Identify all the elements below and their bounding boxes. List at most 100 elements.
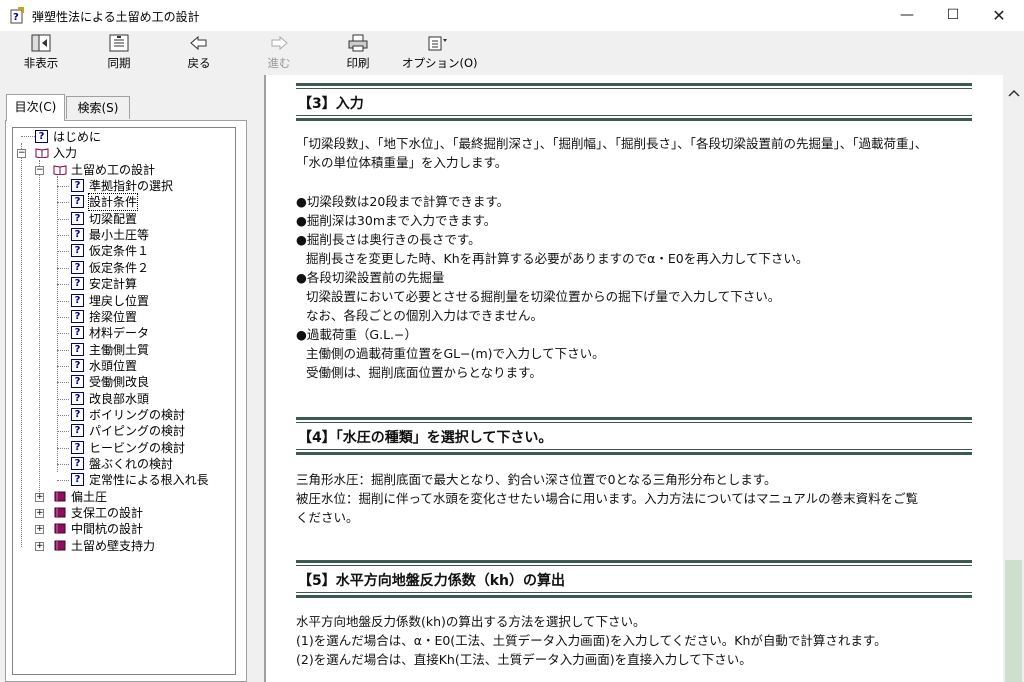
sync-label: 同期 <box>107 56 131 70</box>
expand-icon[interactable]: + <box>35 509 44 519</box>
sec3-bullet-1: ●切梁段数は20段まで計算できます。 <box>296 194 510 209</box>
back-arrow-icon <box>190 35 207 51</box>
tree-item-label: 設計条件 <box>87 193 139 212</box>
forward-button[interactable]: 進む <box>258 33 300 73</box>
sync-icon <box>109 34 129 52</box>
help-page-icon: ? <box>71 473 84 487</box>
options-label: オプション(O) <box>402 56 478 70</box>
contents-tree[interactable]: ? はじめに 入力 − 土留め工の設計 −? 準拠指針の選択? 設計条件? 切梁配置? 最小土圧等… <box>12 127 236 675</box>
help-page-icon: ? <box>71 260 84 274</box>
help-page-icon: ? <box>71 342 84 356</box>
help-page-icon: ? <box>71 228 84 242</box>
sec5-line3: (2)を選んだ場合は、直接Kh(工法、土質データ入力画面)を直接入力して下さい。 <box>296 652 752 667</box>
forward-label: 進む <box>267 56 291 70</box>
help-content: 【3】入力 「切梁段数」、「地下水位」、「最終掘削深さ」、「掘削幅」、「掘削長さ… <box>266 75 1003 682</box>
tree-item-label: 埋戻し位置 <box>89 293 150 308</box>
help-page-icon: ? <box>71 358 84 372</box>
expand-icon[interactable]: + <box>35 541 44 551</box>
tree-item-label: 仮定条件１ <box>89 244 150 259</box>
tree-item-label: 水頭位置 <box>89 358 138 373</box>
help-page-icon: ? <box>71 179 84 193</box>
hide-pane-icon <box>31 34 51 52</box>
sec3-bullet-3: ●掘削長さは奥行きの長さです。 <box>296 232 481 247</box>
printer-icon <box>348 34 368 52</box>
print-label: 印刷 <box>346 56 370 70</box>
help-page-icon: ? <box>71 326 84 340</box>
tree-item-label: 定常性による根入れ長 <box>89 473 209 488</box>
help-page-icon: ? <box>71 407 84 421</box>
tab-search[interactable]: 検索(S) <box>66 96 130 119</box>
tree-item-label: 受働側改良 <box>89 375 150 390</box>
tree-item-label: 安定計算 <box>89 277 138 292</box>
help-page-icon: ? <box>71 424 84 438</box>
back-button[interactable]: 戻る <box>178 33 220 73</box>
svg-text:?: ? <box>13 12 19 23</box>
help-page-icon: ? <box>71 277 84 291</box>
pane-splitter[interactable] <box>252 75 264 682</box>
tree-item-label: 準拠指針の選択 <box>89 179 174 194</box>
tree-item-label: パイピングの検討 <box>89 424 186 439</box>
expand-icon[interactable]: + <box>35 525 44 535</box>
section-4-header: 【4】「水圧の種類」を選択して下さい。 <box>296 417 972 455</box>
title-bar: ? 弾塑性法による土留め工の設計 — ☐ ✕ <box>0 0 1024 31</box>
help-page-icon: ? <box>71 375 84 389</box>
sec4-line3: ください。 <box>296 510 359 525</box>
help-page-icon: ? <box>71 293 84 307</box>
tree-item-label: 捨梁位置 <box>89 309 138 324</box>
options-button[interactable]: オプション(O) <box>402 33 478 73</box>
sec3-intro-line2: 「水の単位体積重量」を入力します。 <box>296 155 508 170</box>
tree-item-label: 改良部水頭 <box>89 391 150 406</box>
tree-item-label: 仮定条件２ <box>89 260 150 275</box>
tree-item-label: ボイリングの検討 <box>89 407 186 422</box>
vertical-scrollbar[interactable] <box>1003 75 1024 682</box>
help-page-icon: ? <box>71 440 84 454</box>
help-page-icon: ? <box>71 244 84 258</box>
tree-item-label: 材料データ <box>89 326 150 341</box>
sec3-bullet-2: ●掘削深は30mまで入力できます。 <box>296 213 497 228</box>
open-book-icon <box>53 165 67 175</box>
sec3-bullet-5-note1: 主働側の過載荷重位置をGL−(m)で入力して下さい。 <box>306 346 605 361</box>
sec3-intro-line1: 「切梁段数」、「地下水位」、「最終掘削深さ」、「掘削幅」、「掘削長さ」、「各段切… <box>296 136 928 151</box>
sec3-bullet-4-note1: 切梁設置において必要とさせる掘削量を切梁位置からの掘下げ量で入力して下さい。 <box>306 289 781 304</box>
tree-item-label: 最小土圧等 <box>89 228 150 243</box>
maximize-button[interactable]: ☐ <box>930 0 976 31</box>
sec3-bullet-4-note2: なお、各段ごとの個別入力はできません。 <box>306 308 544 323</box>
hide-button[interactable]: 非表示 <box>20 33 62 73</box>
sec3-bullet-4: ●各段切梁設置前の先掘量 <box>296 270 445 285</box>
section-3-title: 【3】入力 <box>298 96 364 112</box>
collapse-icon[interactable]: − <box>17 149 26 159</box>
closed-book-icon <box>54 523 66 534</box>
sec4-line2: 被圧水位：掘削に伴って水頭を変化させたい場合に用います。入力方法についてはマニュ… <box>296 491 919 506</box>
close-button[interactable]: ✕ <box>976 0 1022 31</box>
tree-item-label: 入力 <box>53 146 78 161</box>
minimize-button[interactable]: — <box>884 0 930 31</box>
print-button[interactable]: 印刷 <box>337 33 379 73</box>
tab-contents[interactable]: 目次(C) <box>6 94 65 121</box>
sec3-bullet-5: ●過載荷重（G.L.−） <box>296 327 417 342</box>
tree-item-label: 切梁配置 <box>89 211 138 226</box>
scroll-thumb[interactable] <box>1005 560 1022 682</box>
tree-item-label: はじめに <box>53 130 102 144</box>
closed-book-icon <box>54 491 66 502</box>
tree-item-label: 盤ぶくれの検討 <box>89 457 174 471</box>
sec5-line2: (1)を選んだ場合は、α・E0(工法、土質データ入力画面)を入力してください。K… <box>296 633 887 648</box>
help-page-icon: ? <box>71 195 84 209</box>
section-3-header: 【3】入力 <box>296 83 972 121</box>
closed-book-icon <box>54 540 66 551</box>
sec3-bullet-3-note: 掘削長さを変更した時、Khを再計算する必要がありますのでα・E0を再入力して下さ… <box>306 251 809 266</box>
hide-label: 非表示 <box>23 56 59 70</box>
tree-item-label: 主働側土質 <box>89 342 150 357</box>
collapse-icon[interactable]: − <box>35 165 44 175</box>
sec3-bullet-5-note2: 受働側は、掘削底面位置からとなります。 <box>306 365 542 380</box>
expand-icon[interactable]: + <box>35 492 44 502</box>
help-page-icon: ? <box>35 130 48 143</box>
toolbar: 非表示 同期 戻る 進む 印刷 オプション(O) <box>0 31 1024 75</box>
scroll-up-icon[interactable] <box>1003 87 1024 103</box>
sync-button[interactable]: 同期 <box>98 33 140 73</box>
help-page-icon: ? <box>71 391 84 405</box>
back-label: 戻る <box>187 56 211 70</box>
sec4-line1: 三角形水圧：掘削底面で最大となり、釣合い深さ位置で0となる三角形分布とします。 <box>296 472 777 487</box>
tree-item-label: 支保工の設計 <box>71 506 144 521</box>
help-page-icon: ? <box>71 309 84 323</box>
options-icon <box>428 36 447 51</box>
